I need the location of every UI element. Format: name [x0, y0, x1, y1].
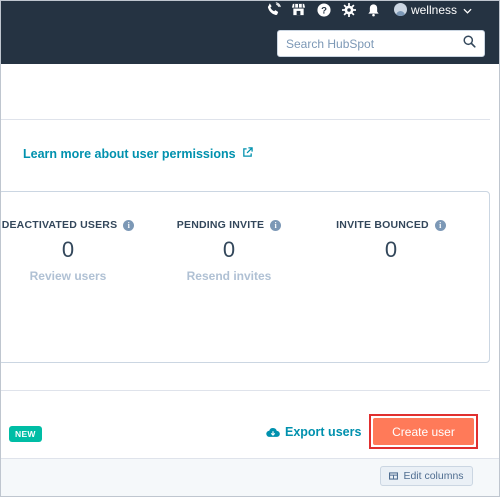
- account-menu[interactable]: wellness: [393, 2, 472, 17]
- svg-text:?: ?: [321, 5, 327, 16]
- settings-icon[interactable]: [341, 2, 357, 18]
- new-badge: NEW: [9, 426, 42, 442]
- learn-more-label: Learn more about user permissions: [23, 147, 236, 161]
- learn-more-permissions-link[interactable]: Learn more about user permissions: [23, 147, 253, 161]
- phone-icon[interactable]: [266, 2, 282, 18]
- cloud-download-icon: [266, 427, 280, 437]
- stat-value: 0: [61, 237, 75, 262]
- external-link-icon: [242, 147, 253, 161]
- export-users-button[interactable]: Export users: [266, 425, 361, 439]
- notifications-icon[interactable]: [366, 2, 382, 18]
- chevron-down-icon: [463, 3, 472, 17]
- stat-label: INVITE BOUNCED: [336, 219, 429, 231]
- stat-value: 0: [384, 237, 398, 262]
- columns-icon: [389, 472, 399, 480]
- create-user-button[interactable]: Create user: [373, 418, 474, 445]
- resend-invites-link[interactable]: Resend invites: [159, 269, 299, 283]
- review-users-link[interactable]: Review users: [0, 269, 137, 283]
- section-divider: [0, 119, 490, 120]
- help-icon[interactable]: ?: [316, 2, 332, 18]
- info-icon[interactable]: i: [270, 219, 282, 231]
- stat-deactivated-users: DEACTIVATED USERS i 0 Review users: [0, 219, 137, 283]
- search-icon[interactable]: [463, 34, 476, 53]
- export-users-label: Export users: [285, 425, 362, 439]
- stat-pending-invite: PENDING INVITE i 0 Resend invites: [159, 219, 299, 283]
- search-input[interactable]: [286, 36, 463, 51]
- avatar: [393, 3, 407, 16]
- marketplace-icon[interactable]: [291, 2, 307, 18]
- stat-label: DEACTIVATED USERS: [1, 219, 118, 231]
- create-user-highlight: Create user: [369, 414, 478, 449]
- stat-value: 0: [222, 237, 236, 262]
- info-icon[interactable]: i: [434, 219, 446, 231]
- top-navigation: ? wellness: [0, 0, 500, 64]
- top-nav-icons: ? wellness: [266, 0, 500, 19]
- account-name: wellness: [410, 2, 457, 17]
- stat-label: PENDING INVITE: [176, 219, 265, 231]
- edit-columns-button[interactable]: Edit columns: [380, 466, 473, 486]
- info-icon[interactable]: i: [123, 219, 135, 231]
- stat-invite-bounced: INVITE BOUNCED i 0: [321, 219, 461, 262]
- user-stats-card: DEACTIVATED USERS i 0 Review users PENDI…: [0, 191, 490, 363]
- search-box: [277, 30, 485, 57]
- edit-columns-label: Edit columns: [403, 470, 464, 482]
- section-divider: [0, 390, 490, 391]
